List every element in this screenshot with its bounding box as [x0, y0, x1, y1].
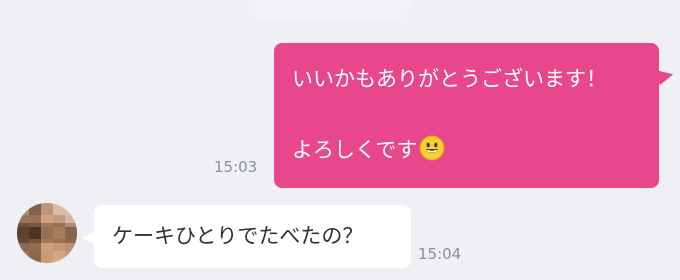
outgoing-message-bubble[interactable]: いいかもありがとうございます！ よろしくです	[274, 43, 676, 188]
incoming-bubble-tail	[82, 231, 96, 245]
outgoing-message-line-2: よろしくです	[292, 135, 659, 164]
outgoing-bubble-tail	[654, 64, 676, 86]
date-separator-pill	[248, 0, 410, 22]
incoming-message-bubble[interactable]: ケーキひとりでたべたの？	[82, 205, 411, 268]
smiling-face-icon	[419, 135, 445, 161]
outgoing-message-time: 15:03	[214, 158, 258, 176]
outgoing-message-line-2-text: よろしくです	[292, 138, 418, 162]
incoming-message-text: ケーキひとりでたべたの？	[112, 224, 364, 248]
avatar[interactable]	[17, 203, 77, 263]
outgoing-message-line-1: いいかもありがとうございます！	[292, 67, 607, 91]
incoming-message-time: 15:04	[418, 245, 462, 263]
